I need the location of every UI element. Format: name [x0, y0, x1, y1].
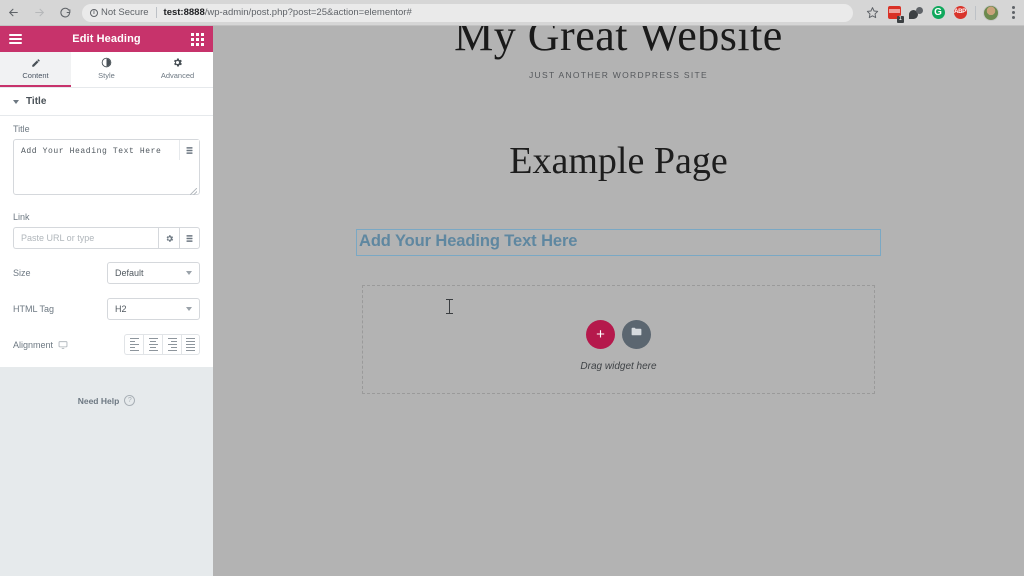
link-input-group	[13, 227, 200, 249]
panel-header: Edit Heading	[0, 26, 213, 52]
size-select[interactable]: Default	[107, 262, 200, 284]
alignment-buttons	[124, 334, 200, 355]
align-center-button[interactable]	[143, 334, 162, 355]
heading-widget-text: Add Your Heading Text Here	[359, 232, 578, 250]
html-tag-select-value: H2	[115, 304, 127, 314]
section-title-header[interactable]: Title	[0, 88, 213, 116]
apps-grid-icon[interactable]	[191, 32, 204, 46]
gear-icon[interactable]	[158, 227, 179, 249]
page-title: Edit Heading	[72, 33, 141, 45]
extension-letters: ABP	[953, 6, 967, 19]
address-bar[interactable]: i Not Secure test:8888/wp-admin/post.php…	[82, 3, 853, 22]
heading-widget-selected[interactable]: Add Your Heading Text Here	[356, 229, 881, 256]
reload-icon[interactable]	[52, 0, 78, 26]
forward-arrow-icon	[26, 0, 52, 26]
panel-tabs: Content Style Advanced	[0, 52, 213, 88]
url-host: test:8888	[163, 7, 205, 18]
align-justify-button[interactable]	[181, 334, 200, 355]
title-input[interactable]	[13, 139, 200, 195]
html-tag-field-label: HTML Tag	[13, 304, 55, 314]
dynamic-tags-icon[interactable]	[179, 227, 200, 249]
question-circle-icon: ?	[124, 395, 136, 406]
extension-badge: 1	[896, 15, 904, 23]
chevron-down-icon	[13, 99, 19, 104]
link-input[interactable]	[13, 227, 158, 249]
back-arrow-icon[interactable]	[0, 0, 26, 26]
site-tagline: JUST ANOTHER WORDPRESS SITE	[529, 70, 708, 80]
size-field-label: Size	[13, 268, 31, 278]
alignment-field-label: Alignment	[13, 340, 68, 350]
toolbar-divider	[975, 5, 976, 20]
three-dot-menu-icon[interactable]	[1002, 2, 1024, 24]
desktop-icon[interactable]	[58, 340, 68, 350]
contrast-icon	[101, 57, 112, 68]
pencil-icon	[31, 57, 41, 68]
tab-advanced[interactable]: Advanced	[142, 52, 213, 87]
need-help-label: Need Help	[77, 395, 120, 406]
hamburger-menu-icon[interactable]	[9, 34, 22, 44]
dark-reader-extension-icon[interactable]	[905, 2, 927, 24]
extension-letter: G	[931, 6, 945, 19]
tab-style[interactable]: Style	[71, 52, 142, 87]
info-icon: i	[90, 8, 98, 17]
omnibox-divider	[155, 7, 157, 18]
add-section-button[interactable]: +	[586, 319, 615, 349]
tab-content-label: Content	[22, 71, 49, 80]
title-field-label: Title	[13, 124, 30, 134]
template-library-button[interactable]	[622, 319, 651, 349]
drop-zone-buttons: +	[586, 319, 651, 349]
security-label: Not Secure	[101, 7, 149, 18]
control-title: Title	[0, 116, 213, 200]
browser-toolbar: i Not Secure test:8888/wp-admin/post.php…	[0, 0, 1024, 26]
section-title-label: Title	[26, 96, 47, 107]
control-alignment: Alignment	[0, 327, 213, 367]
size-select-value: Default	[115, 268, 144, 278]
page-preview: My Great Website JUST ANOTHER WORDPRESS …	[213, 26, 1024, 576]
site-header: My Great Website JUST ANOTHER WORDPRESS …	[213, 26, 1024, 80]
page-heading: Example Page	[509, 140, 728, 182]
tab-advanced-label: Advanced	[160, 71, 195, 80]
title-textarea-wrapper	[13, 139, 200, 200]
tab-content[interactable]: Content	[0, 52, 71, 87]
elementor-panel: Edit Heading Content Style Advanced Titl…	[0, 26, 213, 576]
star-icon[interactable]	[861, 2, 883, 24]
chevron-down-icon	[186, 307, 192, 311]
folder-icon	[630, 325, 643, 343]
dynamic-tags-icon[interactable]	[179, 140, 199, 160]
adblock-plus-extension-icon[interactable]: ABP	[949, 2, 971, 24]
chevron-down-icon	[186, 271, 192, 275]
tab-style-label: Style	[98, 71, 115, 80]
panel-body: Title Title Link	[0, 88, 213, 367]
link-field-label: Link	[13, 212, 30, 222]
drop-zone[interactable]: + Drag widget here	[362, 285, 875, 394]
control-html-tag: HTML Tag H2	[0, 291, 213, 327]
plus-icon: +	[596, 325, 605, 343]
security-status[interactable]: i Not Secure	[90, 7, 149, 18]
need-help-link[interactable]: Need Help ?	[0, 395, 213, 406]
control-link: Link	[0, 200, 213, 249]
align-left-button[interactable]	[124, 334, 143, 355]
url-path: /wp-admin/post.php?post=25&action=elemen…	[204, 7, 412, 18]
control-size: Size Default	[0, 255, 213, 291]
gear-icon	[172, 57, 183, 68]
site-title: My Great Website	[454, 26, 783, 60]
text-cursor-icon	[446, 299, 453, 314]
alignment-label-text: Alignment	[13, 339, 54, 350]
grammarly-extension-icon[interactable]: G	[927, 2, 949, 24]
drop-zone-label: Drag widget here	[580, 360, 657, 372]
html-tag-select[interactable]: H2	[107, 298, 200, 320]
align-right-button[interactable]	[162, 334, 181, 355]
pdf-extension-icon[interactable]: 1	[883, 2, 905, 24]
avatar[interactable]	[980, 2, 1002, 24]
